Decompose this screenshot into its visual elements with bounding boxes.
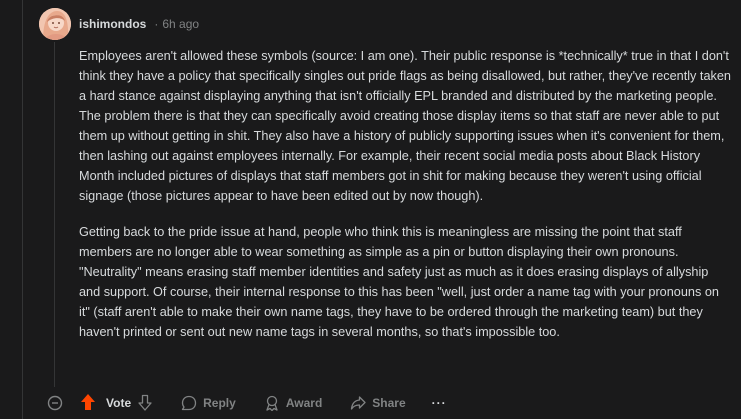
award-button[interactable]: Award <box>264 395 322 411</box>
comment-action-bar: Vote Reply Award Share ··· <box>44 390 447 416</box>
reply-icon <box>181 395 197 411</box>
comment-page: ishimondos · 6h ago Employees aren't all… <box>0 0 741 419</box>
vote-group: Vote <box>80 393 153 414</box>
share-label: Share <box>372 396 406 410</box>
comment-thread-line[interactable] <box>54 42 55 387</box>
avatar[interactable] <box>39 8 71 40</box>
collapse-button[interactable] <box>44 392 66 414</box>
collapse-icon <box>47 395 63 411</box>
more-icon: ··· <box>431 396 447 410</box>
more-options-button[interactable]: ··· <box>432 396 447 410</box>
meta-separator: · <box>154 17 159 31</box>
vote-label: Vote <box>106 396 132 410</box>
thread-line[interactable] <box>22 0 23 419</box>
comment-paragraph: Employees aren't allowed these symbols (… <box>79 49 731 203</box>
upvote-icon <box>81 393 95 410</box>
award-icon <box>266 395 278 411</box>
share-button[interactable]: Share <box>350 395 406 411</box>
award-label: Award <box>285 396 323 410</box>
downvote-button[interactable] <box>137 394 153 412</box>
comment-timestamp[interactable]: 6h ago <box>162 17 199 31</box>
reply-label: Reply <box>203 396 236 410</box>
comment-author[interactable]: ishimondos <box>79 17 146 31</box>
comment-body: Employees aren't allowed these symbols (… <box>79 46 731 358</box>
comment-header: ishimondos · 6h ago <box>39 8 199 40</box>
upvote-button[interactable] <box>80 393 96 414</box>
reply-button[interactable]: Reply <box>181 395 236 411</box>
downvote-icon <box>138 394 152 411</box>
share-icon <box>351 396 366 410</box>
comment-paragraph: Getting back to the pride issue at hand,… <box>79 225 719 339</box>
